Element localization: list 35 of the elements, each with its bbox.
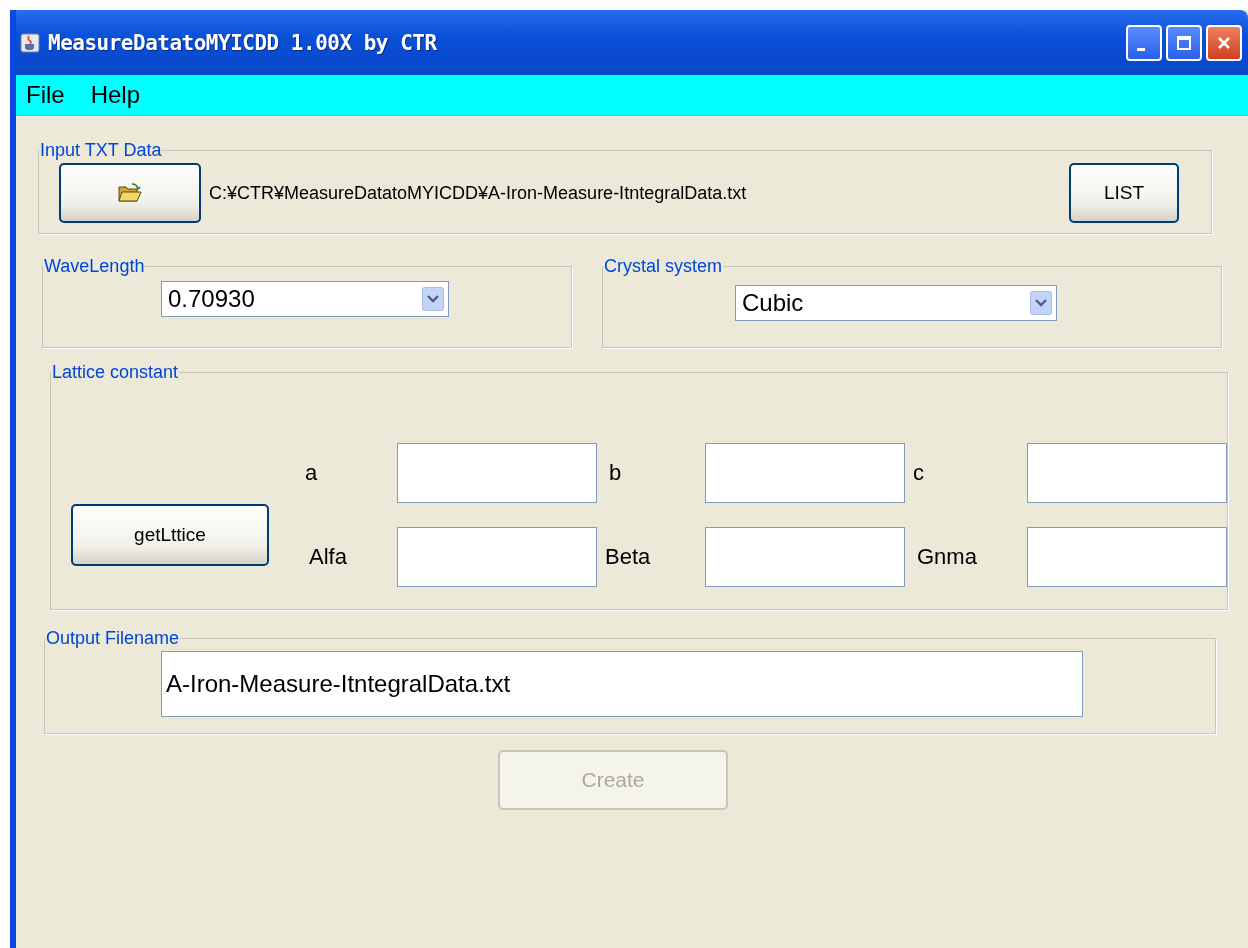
crystal-system-dropdown[interactable]: Cubic: [735, 285, 1057, 321]
input-field[interactable]: [705, 527, 905, 587]
panel-legend: WaveLength: [43, 256, 146, 277]
field-label: a: [305, 460, 319, 486]
get-lattice-button[interactable]: getLttice: [71, 504, 269, 566]
maximize-button[interactable]: [1166, 24, 1202, 61]
panel-legend: Lattice constant: [51, 362, 180, 383]
field-label: Alfa: [308, 544, 348, 570]
menu-item[interactable]: File: [26, 81, 65, 109]
window-title: MeasureDatatoMYICDD 1.00X by CTR: [48, 30, 437, 55]
list-button[interactable]: LIST: [1069, 163, 1179, 223]
input-field[interactable]: [705, 443, 905, 503]
folder-icon: [117, 182, 143, 204]
field-label: c: [913, 460, 925, 486]
field-label: b: [608, 460, 623, 486]
input-field[interactable]: [1027, 443, 1227, 503]
close-icon: [1216, 34, 1232, 51]
open-folder-button[interactable]: [59, 163, 201, 223]
input-field[interactable]: [397, 443, 597, 503]
minimize-button[interactable]: [1126, 24, 1162, 61]
close-button[interactable]: [1206, 24, 1242, 61]
input-field[interactable]: [1027, 527, 1227, 587]
panel-legend: Output Filename: [45, 628, 181, 649]
minimize-icon: [1137, 48, 1145, 51]
field-label: Gnma: [916, 544, 978, 570]
panel-legend: Input TXT Data: [39, 140, 163, 161]
panel-legend: Crystal system: [603, 256, 723, 277]
wavelength-dropdown[interactable]: 0.70930: [161, 281, 449, 317]
cup-icon: [20, 32, 40, 53]
field-label: Beta: [605, 544, 652, 570]
file-path: C:¥CTR¥MeasureDatatoMYICDD¥A-Iron-Measure-ItntegralData.txt: [209, 182, 747, 204]
input-field[interactable]: [397, 527, 597, 587]
menu-item[interactable]: Help: [90, 81, 141, 109]
filename-field[interactable]: A-Iron-Measure-ItntegralData.txt: [161, 651, 1083, 717]
maximize-icon: [1176, 34, 1192, 51]
